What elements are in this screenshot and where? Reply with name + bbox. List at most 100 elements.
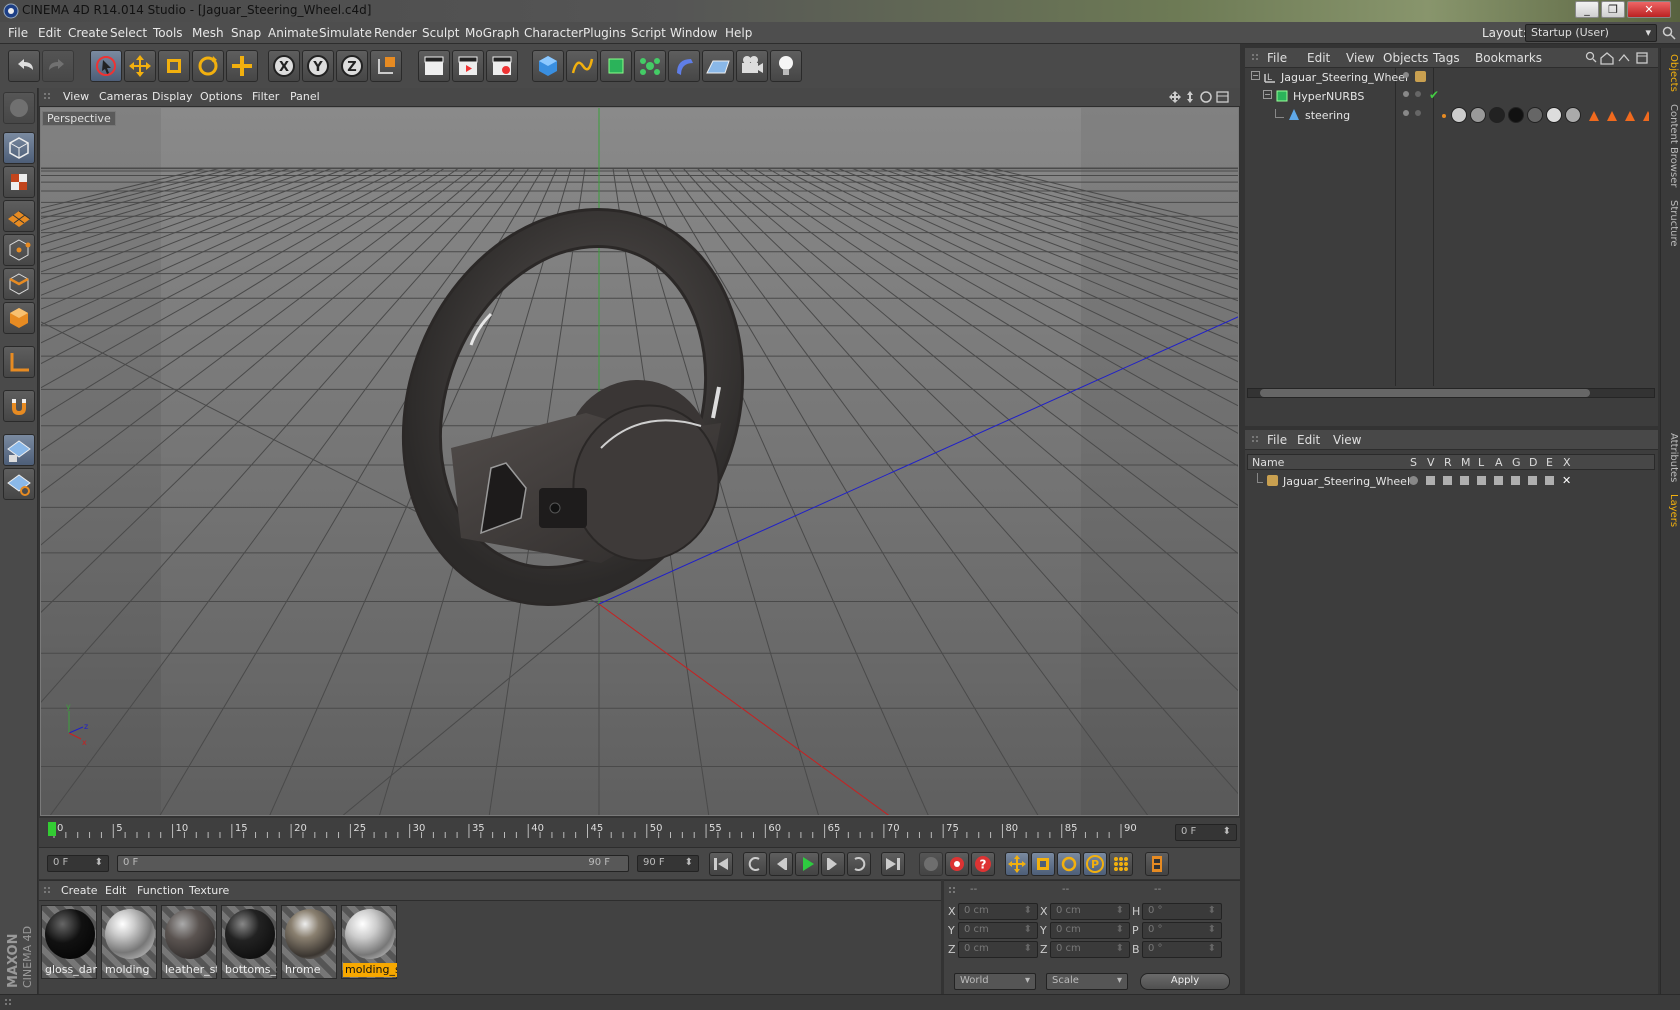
go-to-start-button[interactable] bbox=[709, 852, 733, 876]
coord-field-p[interactable]: 0 ° ⬍ bbox=[1142, 922, 1222, 939]
viewport-menu-display[interactable]: Display bbox=[152, 90, 193, 103]
editor-visibility-dot[interactable] bbox=[1403, 110, 1409, 116]
coord-field-y[interactable]: 0 cm ⬍ bbox=[1050, 922, 1130, 939]
undo-button[interactable] bbox=[8, 50, 40, 82]
menu-snap[interactable]: Snap bbox=[231, 26, 261, 40]
apply-button[interactable]: Apply bbox=[1140, 973, 1230, 990]
x-axis-button[interactable]: X bbox=[268, 50, 300, 82]
stepper-icon[interactable]: ⬍ bbox=[1024, 943, 1032, 954]
workplane-rotate-button[interactable] bbox=[3, 468, 35, 500]
menu-plugins[interactable]: Plugins bbox=[583, 26, 626, 40]
viewport-scene[interactable]: y z x bbox=[41, 108, 1239, 816]
object-row-jaguar-steering-wheel[interactable]: − L Jaguar_Steering_Wheel bbox=[1245, 68, 1658, 88]
layer-column-d[interactable]: D bbox=[1529, 456, 1537, 469]
render-visibility-dot[interactable] bbox=[1415, 110, 1421, 116]
coord-field-h[interactable]: 0 ° ⬍ bbox=[1142, 903, 1222, 920]
tab-objects[interactable]: Objects bbox=[1663, 54, 1679, 92]
material-molding-st[interactable]: molding_st bbox=[341, 905, 397, 979]
keyframe-selection-button[interactable]: ? bbox=[971, 852, 995, 876]
object-menu-objects[interactable]: Objects bbox=[1383, 51, 1428, 65]
editor-visibility-dot[interactable] bbox=[1403, 91, 1409, 97]
layer-menu-view[interactable]: View bbox=[1333, 433, 1361, 447]
visible-eye-icon[interactable] bbox=[1426, 476, 1435, 485]
record-keys-button[interactable] bbox=[919, 852, 943, 876]
minimize-button[interactable]: _ bbox=[1575, 1, 1599, 18]
viewport-menu-view[interactable]: View bbox=[63, 90, 89, 103]
render-icon[interactable] bbox=[1443, 476, 1452, 485]
add-camera-button[interactable] bbox=[736, 50, 768, 82]
layer-row[interactable]: Jaguar_Steering_Wheel ✕ bbox=[1247, 472, 1655, 492]
render-settings-button[interactable] bbox=[486, 50, 518, 82]
material-hrome[interactable]: hrome bbox=[281, 905, 337, 979]
object-name[interactable]: HyperNURBS bbox=[1293, 90, 1364, 103]
points-mode-button[interactable] bbox=[3, 234, 35, 266]
render-view-button[interactable] bbox=[418, 50, 450, 82]
deformer-icon[interactable] bbox=[1528, 476, 1537, 485]
menu-create[interactable]: Create bbox=[68, 26, 108, 40]
timeline-ruler[interactable]: 0 5 10 15 20 25 30 35 40 45 50 55 60 65 70 75 80 85 90 0 F… bbox=[39, 818, 1240, 847]
menu-mograph[interactable]: MoGraph bbox=[465, 26, 520, 40]
next-frame-button[interactable] bbox=[821, 852, 845, 876]
expression-icon[interactable] bbox=[1545, 476, 1554, 485]
object-menu-edit[interactable]: Edit bbox=[1307, 51, 1330, 65]
previous-frame-button[interactable] bbox=[769, 852, 793, 876]
render-visibility-dot[interactable] bbox=[1415, 91, 1421, 97]
coord-field-z[interactable]: 0 cm ⬍ bbox=[1050, 941, 1130, 958]
add-environment-button[interactable] bbox=[702, 50, 734, 82]
coord-field-x[interactable]: 0 cm ⬍ bbox=[958, 903, 1038, 920]
object-menu-tags[interactable]: Tags bbox=[1433, 51, 1460, 65]
manager-icon[interactable] bbox=[1460, 476, 1469, 485]
search-icon[interactable] bbox=[1585, 51, 1597, 63]
stepper-icon[interactable]: ⬍ bbox=[1116, 905, 1124, 916]
menu-render[interactable]: Render bbox=[374, 26, 417, 40]
layout-select[interactable]: Startup (User) ▾ bbox=[1525, 24, 1657, 42]
coord-field-x[interactable]: 0 cm ⬍ bbox=[1050, 903, 1130, 920]
layer-column-e[interactable]: E bbox=[1546, 456, 1553, 469]
toggle-view-icon[interactable] bbox=[1216, 91, 1229, 103]
material-gloss-dark[interactable]: gloss_dark bbox=[41, 905, 97, 979]
layer-color-swatch[interactable] bbox=[1267, 475, 1278, 486]
up-arrow-icon[interactable] bbox=[1618, 53, 1630, 62]
menu-script[interactable]: Script bbox=[631, 26, 666, 40]
snap-button[interactable] bbox=[3, 390, 35, 422]
layer-menu-edit[interactable]: Edit bbox=[1297, 433, 1320, 447]
pan-view-icon[interactable] bbox=[1169, 91, 1181, 103]
make-editable-button[interactable] bbox=[3, 92, 35, 124]
scrollbar-thumb[interactable] bbox=[1260, 389, 1590, 397]
viewport-menu-cameras[interactable]: Cameras bbox=[99, 90, 148, 103]
menu-help[interactable]: Help bbox=[725, 26, 752, 40]
perspective-viewport[interactable]: y z x bbox=[40, 107, 1239, 816]
workplane-mode-button[interactable] bbox=[3, 200, 35, 232]
playhead-marker[interactable] bbox=[48, 822, 56, 836]
previous-key-button[interactable] bbox=[743, 852, 767, 876]
tab-structure[interactable]: Structure bbox=[1663, 200, 1679, 247]
new-window-icon[interactable] bbox=[1636, 52, 1648, 64]
add-deformer-button[interactable] bbox=[668, 50, 700, 82]
zoom-view-icon[interactable] bbox=[1187, 91, 1193, 103]
menu-file[interactable]: File bbox=[8, 26, 28, 40]
tab-attributes[interactable]: Attributes bbox=[1663, 433, 1679, 482]
animation-icon[interactable] bbox=[1494, 476, 1503, 485]
axis-mode-button[interactable] bbox=[3, 346, 35, 378]
menu-mesh[interactable]: Mesh bbox=[192, 26, 224, 40]
layer-color-swatch[interactable] bbox=[1415, 71, 1426, 82]
material-menu-function[interactable]: Function bbox=[137, 884, 184, 897]
go-to-end-button[interactable] bbox=[881, 852, 905, 876]
position-key-button[interactable] bbox=[1005, 852, 1029, 876]
y-axis-button[interactable]: Y bbox=[302, 50, 334, 82]
timeline-window-button[interactable] bbox=[1145, 852, 1169, 876]
home-icon[interactable] bbox=[1600, 52, 1614, 65]
object-row-steering[interactable]: steering bbox=[1245, 106, 1658, 126]
search-icon[interactable] bbox=[1662, 26, 1676, 40]
coord-field-y[interactable]: 0 cm ⬍ bbox=[958, 922, 1038, 939]
play-button[interactable] bbox=[795, 852, 819, 876]
layer-column-x[interactable]: X bbox=[1563, 456, 1571, 469]
maximize-button[interactable]: ❐ bbox=[1601, 1, 1625, 18]
tab-content-browser[interactable]: Content Browser bbox=[1663, 104, 1679, 187]
layer-menu-file[interactable]: File bbox=[1267, 433, 1287, 447]
object-row-hypernurbs[interactable]: − HyperNURBS ✔ bbox=[1245, 87, 1658, 107]
layer-column-v[interactable]: V bbox=[1427, 456, 1435, 469]
material-menu-texture[interactable]: Texture bbox=[189, 884, 229, 897]
render-picture-viewer-button[interactable] bbox=[452, 50, 484, 82]
generator-icon[interactable] bbox=[1511, 476, 1520, 485]
